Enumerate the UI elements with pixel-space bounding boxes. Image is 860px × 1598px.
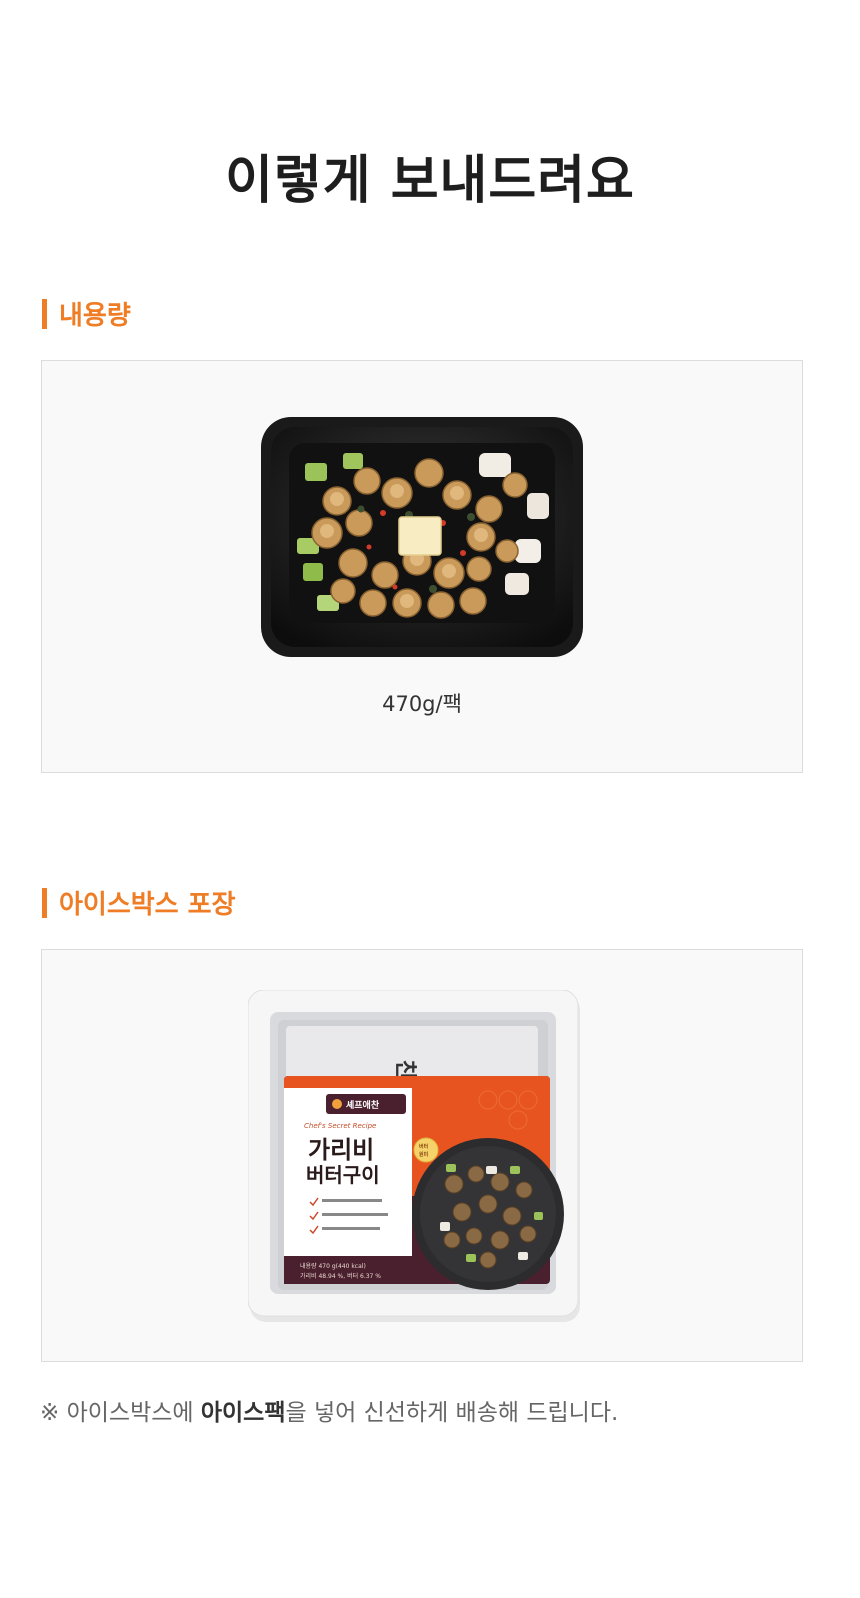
shipping-note: ※ 아이스박스에 아이스팩을 넣어 신선하게 배송해 드립니다.: [40, 1393, 618, 1427]
shipping-note-prefix: ※ 아이스박스에: [40, 1400, 201, 1426]
svg-text:원미: 원미: [419, 1151, 429, 1158]
shipping-note-bold: 아이스팩: [200, 1400, 286, 1426]
section-bar-icon: [42, 887, 47, 918]
section-heading-packaging: 아이스박스 포장: [42, 884, 236, 921]
section-heading-text: 내용량: [59, 301, 131, 331]
scallop-tray-image: [261, 417, 583, 657]
section-heading-text: 아이스박스 포장: [59, 890, 236, 920]
shipping-note-suffix: 을 넣어 신선하게 배송해 드립니다.: [285, 1400, 619, 1426]
product-name-line1: 가리비: [308, 1136, 374, 1164]
packaging-panel: 찬 셰프애찬 Chef's Secret Recipe 가리비 버터구이 내용량…: [41, 949, 803, 1362]
section-bar-icon: [42, 298, 47, 329]
nutrition-line2: 가리비 48.94 %, 버터 6.37 %: [300, 1272, 381, 1280]
package-subtitle: Chef's Secret Recipe: [304, 1122, 376, 1130]
product-name-line2: 버터구이: [306, 1163, 380, 1187]
svg-text:버터: 버터: [419, 1143, 429, 1150]
page-title: 이렇게 보내드려요: [225, 151, 635, 211]
weight-caption: 470g/팩: [382, 692, 462, 716]
section-heading-content: 내용량: [42, 295, 131, 332]
content-panel: 470g/팩: [41, 360, 803, 773]
brand-label: 셰프애찬: [346, 1099, 380, 1111]
icebox-package-image: 찬 셰프애찬 Chef's Secret Recipe 가리비 버터구이 내용량…: [248, 990, 580, 1322]
nutrition-line1: 내용량 470 g(440 kcal): [300, 1262, 366, 1270]
